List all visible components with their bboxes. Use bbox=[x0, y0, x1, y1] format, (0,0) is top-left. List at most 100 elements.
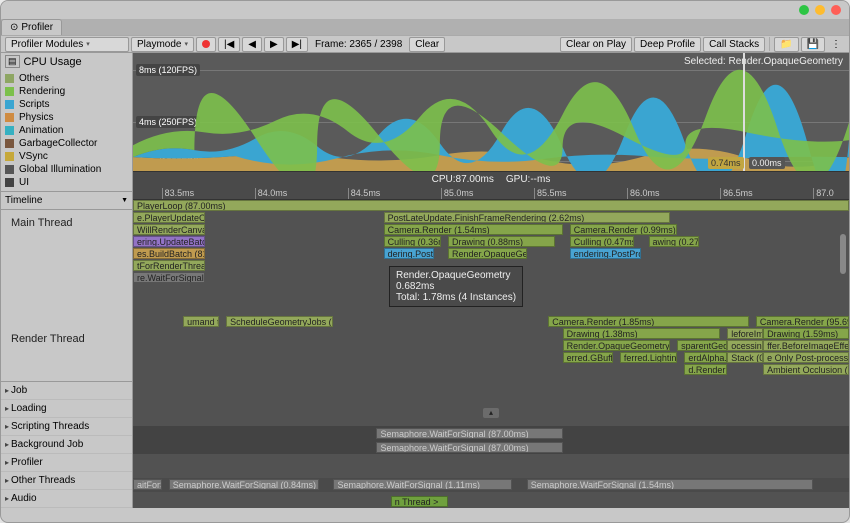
timeline-bar[interactable]: endering.PostProc bbox=[570, 248, 642, 259]
timeline-bar[interactable]: ffer.BeforeImageEffectsOpa bbox=[763, 340, 849, 351]
timeline-bar[interactable]: es.BuildBatch (81.8 bbox=[133, 248, 205, 259]
thread-group-item[interactable]: ▸Other Threads bbox=[1, 472, 132, 490]
toolbar: Profiler Modules Playmode |◀ ◀ ▶ ▶| Fram… bbox=[1, 35, 849, 53]
first-frame-button[interactable]: |◀ bbox=[218, 37, 240, 52]
main-thread-label: Main Thread bbox=[11, 217, 73, 229]
cpu-graph[interactable]: Selected: Render.OpaqueGeometry 8ms (120… bbox=[133, 53, 849, 172]
timeline-bar[interactable]: erred.GBuffe bbox=[563, 352, 613, 363]
timeline-bar[interactable]: ering.UpdateBatche bbox=[133, 236, 205, 247]
view-dropdown[interactable]: Timeline ▼ bbox=[1, 192, 132, 210]
clear-button[interactable]: Clear bbox=[409, 37, 445, 52]
timeline-bar[interactable]: d.RenderLoo bbox=[684, 364, 727, 375]
cpu-module-header[interactable]: ▤ CPU Usage bbox=[1, 53, 132, 70]
load-button[interactable]: 📁 bbox=[774, 37, 798, 52]
deep-profile-button[interactable]: Deep Profile bbox=[634, 37, 701, 52]
timeline-bar[interactable]: dering.PostP bbox=[384, 248, 434, 259]
timeline-bar[interactable]: ScheduleGeometryJobs (0.87ms) bbox=[226, 316, 333, 327]
legend-label: Global Illumination bbox=[19, 163, 101, 176]
timeline-bar[interactable]: Render.OpaqueGeometry (0.68ms) bbox=[448, 248, 527, 259]
timeline-bar[interactable]: Camera.Render (1.85ms) bbox=[548, 316, 748, 327]
clear-on-play-button[interactable]: Clear on Play bbox=[560, 37, 632, 52]
timeline-bar[interactable]: ferred.Lighting bbox=[620, 352, 677, 363]
timeline-bar[interactable]: Camera.Render (0.99ms) bbox=[570, 224, 677, 235]
next-frame-button[interactable]: ▶ bbox=[264, 37, 284, 52]
frame-counter: Frame: 2365 / 2398 bbox=[310, 37, 407, 52]
thread-group-item[interactable]: ▸Profiler bbox=[1, 454, 132, 472]
timeline-bar[interactable]: sparentGeom bbox=[677, 340, 727, 351]
save-button[interactable]: 💾 bbox=[801, 37, 825, 52]
cpu-usage-label: CPU Usage bbox=[24, 56, 82, 68]
timeline-bar[interactable]: PostLateUpdate.FinishFrameRendering (2.6… bbox=[384, 212, 670, 223]
legend-item[interactable]: Global Illumination bbox=[5, 163, 128, 176]
wait-bar[interactable]: Semaphore.WaitForSignal (1.54ms) bbox=[527, 479, 813, 490]
call-stacks-button[interactable]: Call Stacks bbox=[703, 37, 765, 52]
maximize-button[interactable] bbox=[799, 5, 809, 15]
expand-render-button[interactable]: ▴ bbox=[483, 408, 499, 418]
timeline-bar[interactable]: Culling (0.36ms) bbox=[384, 236, 441, 247]
render-thread-track: umand to ScheduleGeometryJobs (0.87ms) Cam… bbox=[133, 316, 849, 414]
timeline-bar[interactable]: e Only Post-processing (1.2 bbox=[763, 352, 849, 363]
legend-swatch bbox=[5, 152, 14, 161]
timeline-bar[interactable]: e.PlayerUpdateCanv bbox=[133, 212, 205, 223]
frame-cursor[interactable] bbox=[743, 53, 745, 171]
record-button[interactable] bbox=[196, 37, 216, 52]
thread-group-item[interactable]: ▸Scripting Threads bbox=[1, 418, 132, 436]
timeline-tracks[interactable]: PlayerLoop (87.00ms)e.PlayerUpdateCanv Po… bbox=[133, 200, 849, 490]
legend-item[interactable]: Rendering bbox=[5, 85, 128, 98]
menu-button[interactable]: ⋮ bbox=[827, 39, 845, 50]
timeline-bar[interactable]: tForRenderThread ( bbox=[133, 260, 205, 271]
timeline-bar[interactable]: Render.OpaqueGeometry (0.97ms) bbox=[563, 340, 670, 351]
thread-group-item[interactable]: ▸Audio bbox=[1, 490, 132, 508]
timeline-bar[interactable]: erdAlpha.Ren bbox=[684, 352, 727, 363]
scrollbar-thumb[interactable] bbox=[840, 234, 846, 274]
content-area: ▤ CPU Usage OthersRenderingScriptsPhysic… bbox=[1, 53, 849, 508]
timeline-bar[interactable]: awing (0.27m) bbox=[649, 236, 699, 247]
time-ruler[interactable]: 83.5ms84.0ms84.5ms85.0ms85.5ms86.0ms86.5… bbox=[133, 187, 849, 200]
tab-profiler[interactable]: ⊙ Profiler bbox=[1, 19, 62, 35]
minimize-button[interactable] bbox=[815, 5, 825, 15]
playmode-dropdown[interactable]: Playmode bbox=[131, 37, 194, 52]
prev-frame-button[interactable]: ◀ bbox=[242, 37, 262, 52]
timeline-bar[interactable]: Camera.Render (95.69ms) bbox=[756, 316, 849, 327]
timeline-bar[interactable]: PlayerLoop (87.00ms) bbox=[133, 200, 849, 211]
timeline-bar[interactable]: Drawing (1.38ms) bbox=[563, 328, 721, 339]
timeline-bar[interactable]: ocessing (0 bbox=[727, 340, 763, 351]
timeline-bar[interactable]: leforeImag bbox=[727, 328, 763, 339]
last-frame-button[interactable]: ▶| bbox=[286, 37, 308, 52]
legend-swatch bbox=[5, 113, 14, 122]
legend-item[interactable]: UI bbox=[5, 176, 128, 189]
legend-item[interactable]: GarbageCollector bbox=[5, 137, 128, 150]
vertical-scrollbar[interactable] bbox=[839, 234, 847, 480]
thread-group-item[interactable]: ▸Loading bbox=[1, 400, 132, 418]
thread-group-item[interactable]: ▸Background Job bbox=[1, 436, 132, 454]
close-button[interactable] bbox=[831, 5, 841, 15]
timeline-bar[interactable]: Drawing (1.59ms) bbox=[763, 328, 849, 339]
ruler-tick: 84.0ms bbox=[255, 188, 288, 200]
timeline-bar[interactable]: Drawing (0.88ms) bbox=[448, 236, 555, 247]
timeline-bar[interactable]: Camera.Render (1.54ms) bbox=[384, 224, 563, 235]
profiler-modules-dropdown[interactable]: Profiler Modules bbox=[5, 37, 129, 52]
timeline-bar[interactable]: WillRenderCanvases bbox=[133, 224, 205, 235]
legend-swatch bbox=[5, 100, 14, 109]
timeline-bar[interactable]: umand to bbox=[183, 316, 219, 327]
wait-bar[interactable]: Semaphore.WaitForSignal (0.84ms) bbox=[169, 479, 319, 490]
legend-item[interactable]: Scripts bbox=[5, 98, 128, 111]
thread-group-label: Job bbox=[11, 385, 27, 396]
legend-item[interactable]: Animation bbox=[5, 124, 128, 137]
timeline-bar[interactable]: Stack (0 bbox=[727, 352, 763, 363]
semaphore-bar[interactable]: Semaphore.WaitForSignal (87.00ms) bbox=[376, 428, 562, 439]
legend-item[interactable]: Physics bbox=[5, 111, 128, 124]
timeline-bar[interactable]: re.WaitForSignal ( bbox=[133, 272, 205, 283]
wait-bar[interactable]: Semaphore.WaitForSignal (1.11ms) bbox=[333, 479, 512, 490]
semaphore-bar[interactable]: Semaphore.WaitForSignal (87.00ms) bbox=[376, 442, 562, 453]
legend-item[interactable]: VSync bbox=[5, 150, 128, 163]
timeline-bar[interactable]: Ambient Occlusion (1.49ms) bbox=[763, 364, 849, 375]
timeline-bar[interactable]: Culling (0.47ms) bbox=[570, 236, 634, 247]
thread-group-item[interactable]: ▸Job bbox=[1, 382, 132, 400]
thread-bar[interactable]: n Thread > bbox=[391, 496, 448, 507]
wait-bar[interactable]: aitForSi bbox=[133, 479, 162, 490]
legend-item[interactable]: Others bbox=[5, 72, 128, 85]
tooltip: Render.OpaqueGeometry 0.682ms Total: 1.7… bbox=[389, 266, 523, 307]
legend-label: Physics bbox=[19, 111, 53, 124]
thread-groups: ▸Job▸Loading▸Scripting Threads▸Backgroun… bbox=[1, 381, 132, 508]
